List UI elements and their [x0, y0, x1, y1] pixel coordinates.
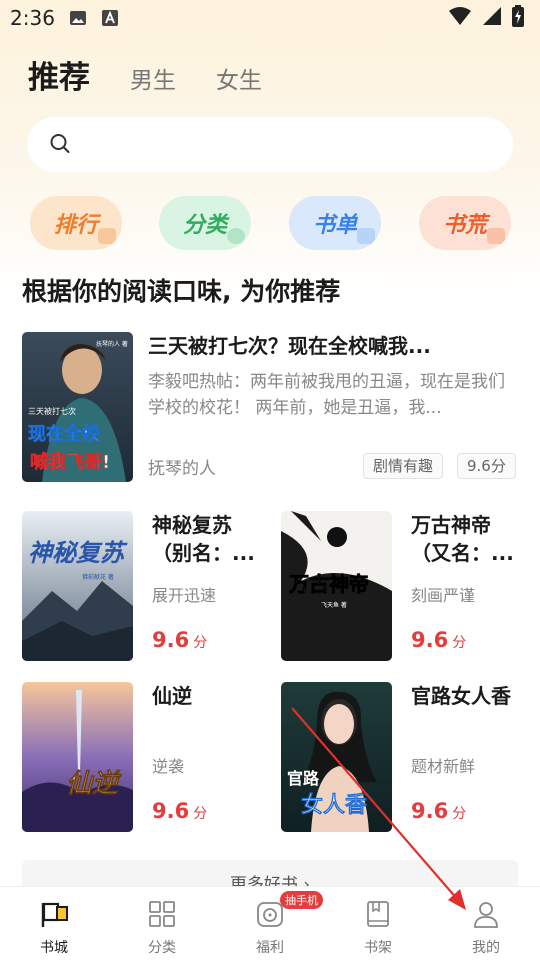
welfare-badge: 抽手机: [280, 891, 323, 909]
quick-link-book-shortage[interactable]: 书荒: [419, 196, 511, 250]
nav-label: 书城: [40, 940, 68, 956]
book-score-value: 9.6: [152, 799, 190, 823]
quick-link-category[interactable]: 分类: [159, 196, 251, 250]
book-cover-2-author: 飞天鱼 著: [321, 601, 347, 609]
signal-icon: [482, 6, 502, 31]
book-cover-3[interactable]: 仙逆: [22, 682, 133, 832]
tab-female[interactable]: 女生: [216, 61, 262, 95]
nav-category[interactable]: 分类: [108, 887, 216, 960]
book-shortage-deco-icon: [487, 228, 505, 244]
book-title-2[interactable]: 万古神帝（又名：...: [411, 511, 523, 567]
book-tag-4: 题材新鲜: [411, 757, 476, 776]
book-title-4[interactable]: 官路女人香: [411, 682, 531, 710]
book-icon: [363, 899, 393, 933]
book-score-value: 9.6: [411, 628, 449, 652]
book-score-unit: 分: [452, 635, 467, 651]
featured-book-tag: 剧情有趣: [363, 453, 444, 479]
quick-link-label: 排行: [53, 213, 98, 238]
book-tag-1: 展开迅速: [152, 586, 217, 605]
featured-book-description: 李毅吧热帖：两年前被我甩的丑逼，现在是我们学校的校花！ 两年前，她是丑逼，我..…: [148, 372, 505, 418]
book-score-unit: 分: [193, 806, 208, 822]
battery-icon: [512, 4, 524, 32]
status-time: 2:36: [10, 6, 55, 30]
quick-link-booklist[interactable]: 书单: [289, 196, 381, 250]
quick-link-ranking[interactable]: 排行: [30, 196, 122, 250]
book-cover-2-title: 万古神帝: [288, 572, 369, 596]
book-cover-3-title: 仙逆: [66, 769, 122, 799]
nav-label: 分类: [148, 940, 176, 956]
featured-cover-line2: 喊我飞哥!: [30, 451, 110, 473]
book-score-unit: 分: [193, 635, 208, 651]
book-score-2: 9.6 分: [411, 628, 466, 652]
featured-cover-line1: 现在全校: [28, 423, 101, 445]
quick-link-label: 书单: [312, 213, 357, 238]
book-cover-1-author: 佛前献花 著: [82, 573, 114, 581]
nav-label: 福利: [256, 940, 284, 956]
ranking-deco-icon: [98, 228, 116, 244]
featured-book-score: 9.6分: [457, 453, 516, 479]
featured-book-cover[interactable]: 三天被打七次 现在全校 喊我飞哥! 抚琴的人 著: [22, 332, 133, 482]
book-score-unit: 分: [452, 806, 467, 822]
bookstore-flag-icon: [39, 899, 69, 933]
quick-link-label: 书荒: [442, 213, 487, 238]
font-a-icon: [101, 9, 119, 27]
person-icon: [471, 899, 501, 933]
nav-welfare[interactable]: 抽手机 福利: [216, 887, 324, 960]
book-cover-1[interactable]: 神秘复苏 佛前献花 著: [22, 511, 133, 661]
nav-profile[interactable]: 我的: [432, 887, 540, 960]
book-score-3: 9.6 分: [152, 799, 207, 823]
book-cover-4[interactable]: 官路 女人香: [281, 682, 392, 832]
tab-male[interactable]: 男生: [130, 61, 176, 95]
status-bar: 2:36: [0, 0, 540, 36]
book-title-1[interactable]: 神秘复苏（别名：...: [152, 511, 264, 567]
book-tag-3: 逆袭: [152, 757, 185, 776]
nav-label: 书架: [364, 940, 392, 956]
tab-recommend[interactable]: 推荐: [28, 52, 90, 97]
search-icon: [49, 132, 71, 158]
search-bar[interactable]: [27, 117, 513, 172]
book-cover-1-title: 神秘复苏: [28, 539, 128, 567]
featured-book-author: 抚琴的人: [148, 459, 216, 479]
book-score-1: 9.6 分: [152, 628, 207, 652]
more-books-button[interactable]: 更多好书 ›: [22, 860, 518, 886]
book-score-value: 9.6: [411, 799, 449, 823]
featured-book-title[interactable]: 三天被打七次？现在全校喊我...: [148, 330, 518, 359]
book-tag-2: 刻画严谨: [411, 586, 476, 605]
book-title-3[interactable]: 仙逆: [152, 682, 264, 710]
book-cover-4-line2: 女人香: [301, 792, 367, 818]
nav-bookstore[interactable]: 书城: [0, 887, 108, 960]
bottom-nav: 书城 分类 抽手机 福利 书架 我的: [0, 886, 540, 960]
book-score-4: 9.6 分: [411, 799, 466, 823]
category-deco-icon: [227, 228, 245, 244]
top-tabs: 推荐 男生 女生: [28, 52, 262, 97]
wifi-icon: [448, 6, 472, 31]
booklist-deco-icon: [357, 228, 375, 244]
book-cover-2[interactable]: 万古神帝 飞天鱼 著: [281, 511, 392, 661]
featured-cover-subtitle: 三天被打七次: [28, 406, 76, 416]
featured-cover-author: 抚琴的人 著: [96, 340, 128, 348]
book-score-value: 9.6: [152, 628, 190, 652]
quick-link-label: 分类: [182, 213, 227, 238]
nav-label: 我的: [472, 940, 500, 956]
grid-icon: [147, 899, 177, 933]
gallery-icon: [69, 9, 87, 27]
section-title: 根据你的阅读口味, 为你推荐: [22, 277, 341, 306]
nav-bookshelf[interactable]: 书架: [324, 887, 432, 960]
book-cover-4-line1: 官路: [287, 769, 320, 788]
